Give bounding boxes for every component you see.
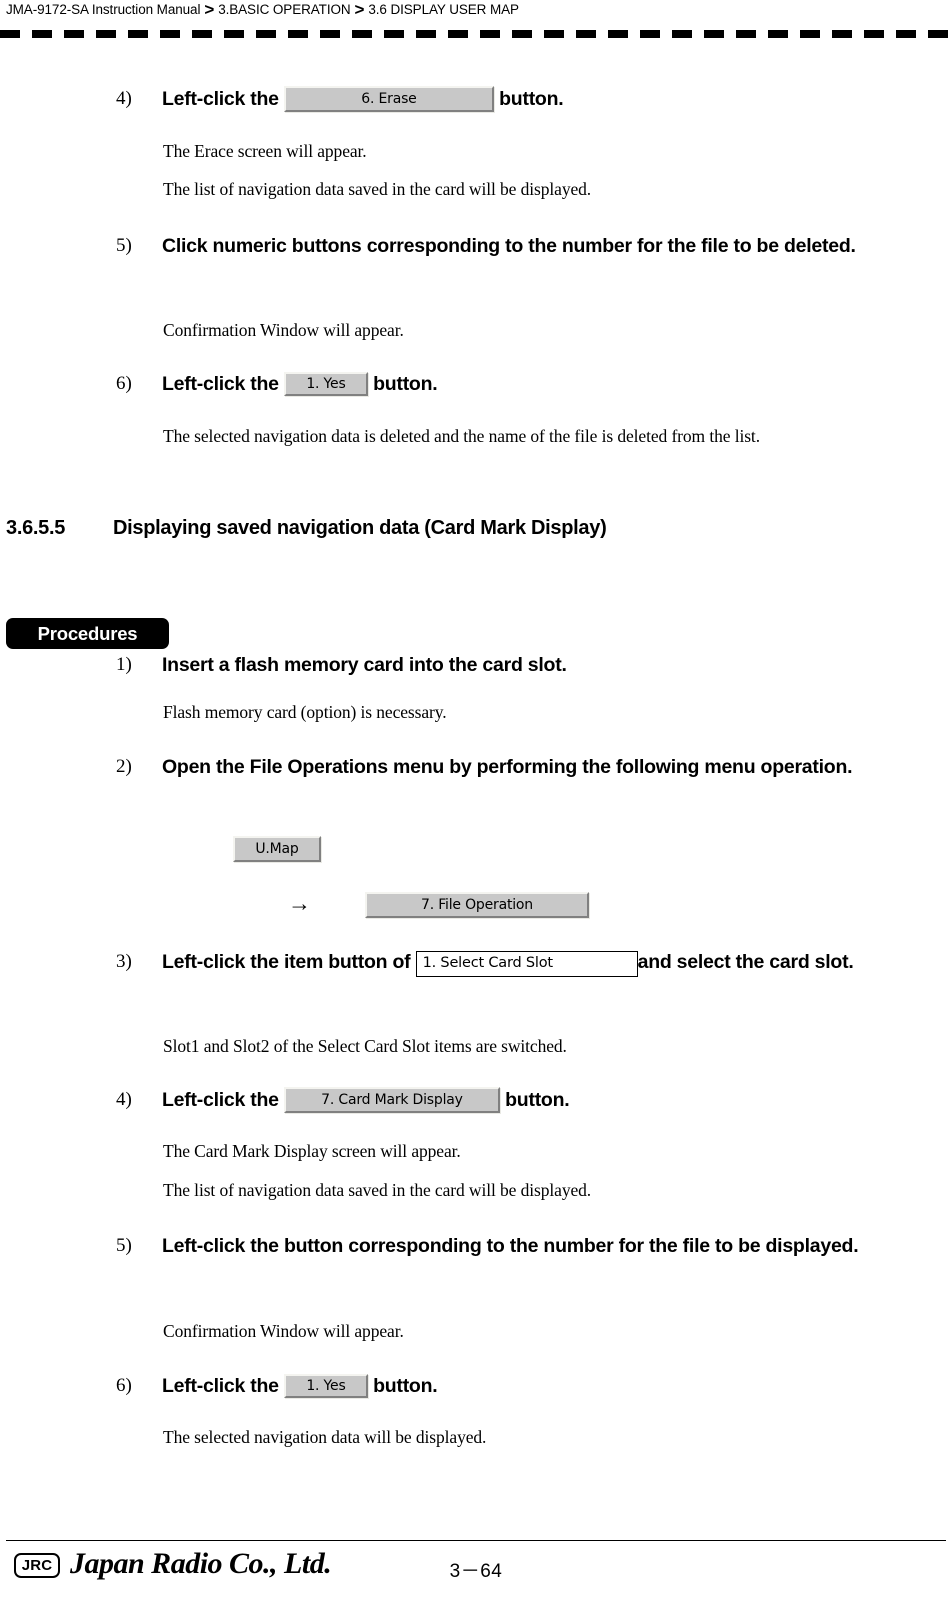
section-title: Displaying saved navigation data (Card M… xyxy=(113,517,607,539)
step-text-after: and select the card slot. xyxy=(637,951,854,973)
step-text-before: Left-click the item button of xyxy=(162,951,411,973)
procedure-step-2: 2) Open the File Operations menu by perf… xyxy=(116,752,916,783)
step-text-before: Left-click the xyxy=(162,1089,279,1111)
step-number: 3) xyxy=(116,951,132,972)
section-number: 3.6.5.5 xyxy=(6,517,66,539)
note-data-displayed: The selected navigation data will be dis… xyxy=(163,1427,487,1447)
header-dashed-divider xyxy=(0,30,952,38)
note-list-displayed: The list of navigation data saved in the… xyxy=(163,179,592,199)
breadcrumb: JMA-9172-SA Instruction Manual >3.BASIC O… xyxy=(6,0,519,20)
procedure-step-3: 3) Left-click the item button of 1. Sele… xyxy=(116,947,946,978)
step-text-after: button. xyxy=(505,1089,570,1111)
erase-button[interactable]: 6. Erase xyxy=(283,86,494,112)
section-heading: 3.6.5.5 Displaying saved navigation data… xyxy=(0,517,952,545)
step-text-before: Left-click the xyxy=(162,1375,279,1397)
note-confirmation-window: Confirmation Window will appear. xyxy=(163,320,404,340)
file-operation-button[interactable]: 7. File Operation xyxy=(365,892,589,918)
menu-path-row-1: U.Map xyxy=(233,836,321,862)
yes-button[interactable]: 1. Yes xyxy=(283,372,368,396)
step-number: 1) xyxy=(116,654,132,675)
note-flash-card-required: Flash memory card (option) is necessary. xyxy=(163,702,447,722)
step-top-5: 5) Click numeric buttons corresponding t… xyxy=(116,231,936,262)
step-text: Open the File Operations menu by perform… xyxy=(162,756,853,778)
menu-path-row-2: → 7. File Operation xyxy=(288,891,589,918)
card-mark-display-button[interactable]: 7. Card Mark Display xyxy=(283,1087,500,1113)
step-text: Left-click the item button of 1. Select … xyxy=(162,947,942,978)
step-top-4: 4) Left-click the 6. Erase button. xyxy=(116,84,564,115)
step-number: 4) xyxy=(116,1089,132,1110)
procedure-step-6: 6) Left-click the 1. Yes button. xyxy=(116,1371,438,1402)
umap-button[interactable]: U.Map xyxy=(233,836,321,862)
breadcrumb-separator-1: > xyxy=(204,0,215,19)
procedure-step-5: 5) Left-click the button corresponding t… xyxy=(116,1231,946,1262)
step-number: 6) xyxy=(116,1375,132,1396)
step-text: Click numeric buttons corresponding to t… xyxy=(162,235,856,257)
step-top-6: 6) Left-click the 1. Yes button. xyxy=(116,369,438,400)
procedures-tag: Procedures xyxy=(6,618,169,649)
step-text: Insert a flash memory card into the card… xyxy=(162,654,567,676)
breadcrumb-item-manual: JMA-9172-SA Instruction Manual xyxy=(6,2,201,17)
step-text: Left-click the 1. Yes button. xyxy=(162,1371,438,1402)
page-number: 3－64 xyxy=(449,1561,503,1582)
breadcrumb-item-chapter: 3.BASIC OPERATION xyxy=(218,2,351,17)
note-erace-screen: The Erace screen will appear. xyxy=(163,141,367,161)
note-card-mark-screen: The Card Mark Display screen will appear… xyxy=(163,1141,461,1161)
note-confirmation-window-2: Confirmation Window will appear. xyxy=(163,1321,404,1341)
note-card-list-displayed: The list of navigation data saved in the… xyxy=(163,1180,592,1200)
step-number: 6) xyxy=(116,373,132,394)
note-data-deleted: The selected navigation data is deleted … xyxy=(163,426,760,446)
note-slot-switch: Slot1 and Slot2 of the Select Card Slot … xyxy=(163,1036,567,1056)
step-number: 2) xyxy=(116,756,132,777)
yes-button-2[interactable]: 1. Yes xyxy=(283,1374,368,1398)
footer-divider xyxy=(6,1540,946,1541)
procedure-step-4: 4) Left-click the 7. Card Mark Display b… xyxy=(116,1085,570,1116)
step-text-after: button. xyxy=(373,373,438,395)
step-text-after: button. xyxy=(499,88,564,110)
step-text-after: button. xyxy=(373,1375,438,1397)
select-card-slot-field[interactable]: 1. Select Card Slot xyxy=(415,951,638,977)
right-arrow-icon: → xyxy=(288,891,311,916)
step-text: Left-click the button corresponding to t… xyxy=(162,1235,859,1257)
step-number: 5) xyxy=(116,235,132,256)
step-text: Left-click the 6. Erase button. xyxy=(162,84,564,115)
breadcrumb-item-section: 3.6 DISPLAY USER MAP xyxy=(368,2,519,17)
step-text: Left-click the 1. Yes button. xyxy=(162,369,438,400)
step-text-before: Left-click the xyxy=(162,373,279,395)
step-number: 4) xyxy=(116,88,132,109)
step-text: Left-click the 7. Card Mark Display butt… xyxy=(162,1085,570,1116)
step-number: 5) xyxy=(116,1235,132,1256)
breadcrumb-separator-2: > xyxy=(354,0,365,19)
step-text-before: Left-click the xyxy=(162,88,279,110)
procedure-step-1: 1) Insert a flash memory card into the c… xyxy=(116,650,936,681)
page-header: JMA-9172-SA Instruction Manual >3.BASIC O… xyxy=(0,0,952,40)
